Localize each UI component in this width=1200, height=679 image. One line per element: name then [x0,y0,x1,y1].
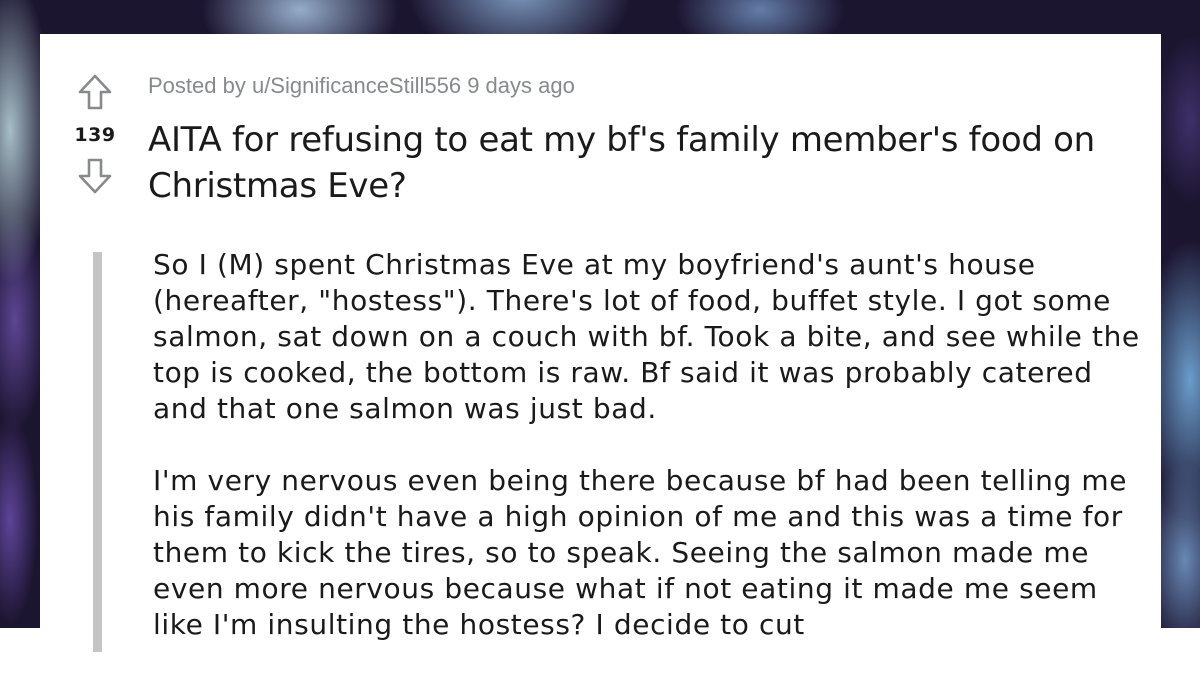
body-paragraph: So I (M) spent Christmas Eve at my boyfr… [153,248,1140,425]
downvote-arrow-icon [78,158,112,194]
author-link[interactable]: u/SignificanceStill556 [252,73,461,98]
vote-column: 139 [60,72,130,196]
upvote-arrow-icon [78,74,112,110]
quote-bar [93,252,102,652]
body-paragraph: I'm very nervous even being there becaus… [153,464,1128,641]
vote-count: 139 [74,124,116,146]
downvote-button[interactable] [75,156,115,196]
post-age: 9 days ago [461,73,575,98]
post-title[interactable]: AITA for refusing to eat my bf's family … [148,117,1148,209]
post-body: So I (M) spent Christmas Eve at my boyfr… [153,247,1143,679]
post-meta: Posted by u/SignificanceStill556 9 days … [148,73,575,99]
meta-prefix: Posted by [148,73,252,98]
upvote-button[interactable] [75,72,115,112]
